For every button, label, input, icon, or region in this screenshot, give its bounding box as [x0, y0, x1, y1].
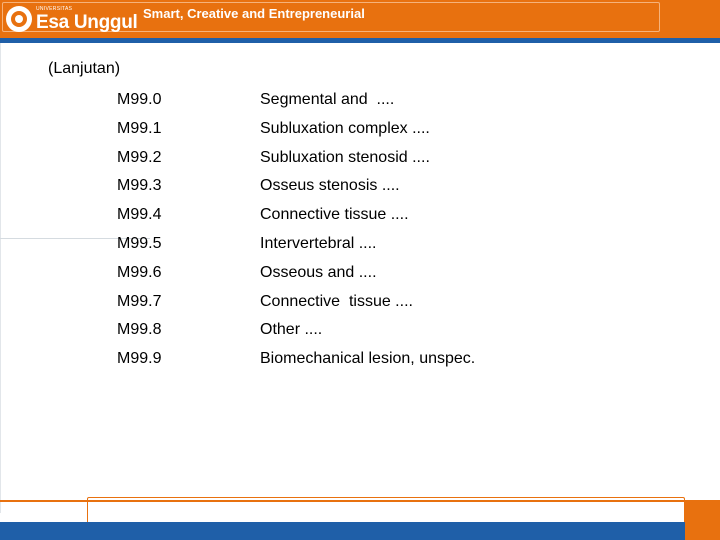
code-list: M99.0 M99.1 M99.2 M99.3 M99.4 M99.5 M99.… — [117, 88, 161, 376]
code-item: M99.9 — [117, 350, 162, 368]
footer-accent — [685, 500, 720, 540]
code-item: M99.4 — [117, 206, 162, 224]
description-item: Other .... — [260, 321, 323, 339]
description-item: Osseus stenosis .... — [260, 177, 400, 195]
left-guide-line — [0, 43, 1, 513]
code-item: M99.2 — [117, 148, 162, 166]
description-item: Subluxation stenosid .... — [260, 148, 430, 166]
university-logo: UNIVERSITAS Esa Unggul — [6, 5, 138, 33]
code-item: M99.8 — [117, 321, 162, 339]
footer-bar — [0, 522, 720, 540]
code-item: M99.3 — [117, 177, 162, 195]
description-item: Subluxation complex .... — [260, 119, 430, 137]
tagline: Smart, Creative and Entrepreneurial — [143, 6, 365, 21]
logo-text: Esa Unggul — [36, 11, 138, 33]
code-item: M99.5 — [117, 234, 162, 252]
header-banner: UNIVERSITAS Esa Unggul Smart, Creative a… — [0, 0, 720, 38]
logo-emblem-icon — [6, 6, 32, 32]
logo-wordmark: UNIVERSITAS Esa Unggul — [36, 5, 138, 33]
description-item: Segmental and .... — [260, 91, 395, 108]
logo-small-text: UNIVERSITAS — [36, 5, 73, 12]
footer-frame — [87, 497, 685, 525]
code-item: M99.1 — [117, 119, 162, 137]
description-item: Biomechanical lesion, unspec. — [260, 350, 476, 368]
description-item: Intervertebral .... — [260, 234, 377, 252]
code-item: M99.0 — [117, 91, 162, 108]
description-item: Osseous and .... — [260, 263, 377, 281]
description-item: Connective tissue .... — [260, 292, 413, 310]
header-divider — [0, 38, 720, 43]
description-list: Segmental and .... Subluxation complex .… — [260, 88, 475, 376]
slide-subtitle: (Lanjutan) — [48, 60, 121, 77]
code-item: M99.7 — [117, 292, 162, 310]
description-item: Connective tissue .... — [260, 206, 409, 224]
code-item: M99.6 — [117, 263, 162, 281]
